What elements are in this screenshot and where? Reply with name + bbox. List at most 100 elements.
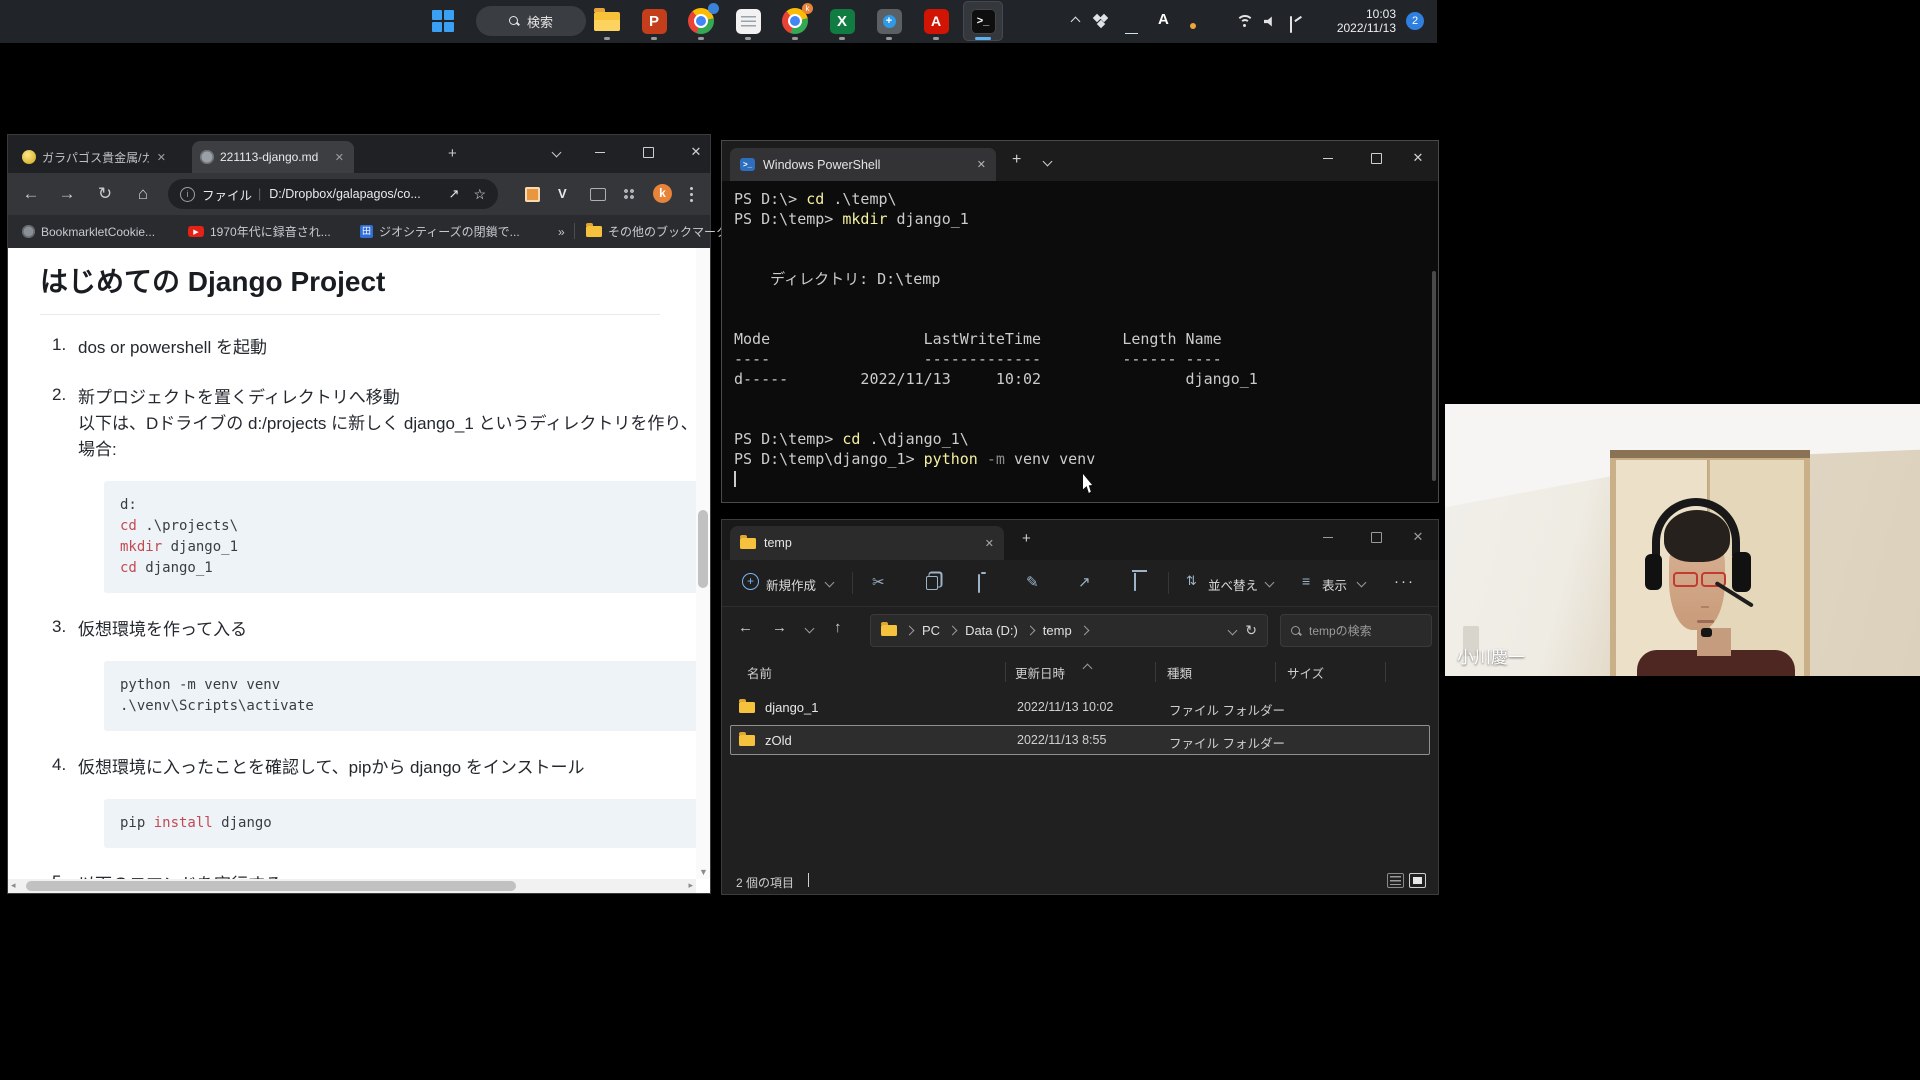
scroll-left-arrow-icon[interactable]: ◂ (11, 880, 16, 891)
maximize-button[interactable] (628, 135, 668, 169)
breadcrumb[interactable]: PC Data (D:) temp ↻ (870, 614, 1268, 647)
file-row[interactable]: django_12022/11/13 10:02ファイル フォルダー (730, 692, 1430, 722)
bookmark-star-icon[interactable]: ☆ (473, 186, 486, 203)
new-explorer-tab-button[interactable]: + (1022, 530, 1031, 547)
close-button[interactable]: ✕ (676, 135, 716, 169)
minimize-button[interactable] (1308, 520, 1348, 554)
address-chevron-icon[interactable] (1228, 626, 1238, 636)
tab-search-chevron-icon[interactable] (552, 148, 562, 158)
explorer-tab[interactable]: temp ✕ (730, 526, 1004, 560)
new-item-icon[interactable]: + (742, 573, 759, 590)
start-button[interactable] (432, 10, 454, 32)
back-icon[interactable]: ← (16, 173, 46, 215)
bookmark-item[interactable]: 田ジオシティーズの閉鎖で... (360, 215, 520, 248)
tab-close-icon[interactable]: ✕ (155, 151, 168, 164)
large-icons-view-icon[interactable] (1409, 873, 1426, 888)
tab-close-icon[interactable]: ✕ (333, 151, 346, 164)
code-block[interactable]: pip install django (104, 799, 710, 848)
terminal-dropdown-icon[interactable] (1043, 157, 1053, 167)
delete-icon[interactable] (1134, 573, 1136, 591)
terminal-output[interactable]: PS D:\> cd .\temp\PS D:\temp> mkdir djan… (722, 181, 1438, 502)
reload-icon[interactable]: ↻ (90, 173, 120, 215)
extension-qr-icon[interactable] (525, 187, 540, 202)
taskbar-app-powerpoint[interactable]: P (634, 1, 674, 41)
bookmarks-overflow-icon[interactable]: » (558, 215, 565, 248)
view-icon[interactable]: ≡ (1302, 573, 1310, 589)
up-icon[interactable]: ↑ (834, 619, 842, 636)
refresh-icon[interactable]: ↻ (1245, 622, 1257, 639)
copy-icon[interactable] (926, 576, 938, 590)
view-chevron-icon[interactable] (1357, 578, 1367, 588)
home-icon[interactable]: ⌂ (128, 173, 158, 215)
vertical-scrollbar-thumb[interactable] (698, 510, 708, 588)
close-button[interactable]: ✕ (1398, 520, 1438, 554)
taskbar-app-explorer[interactable] (587, 1, 627, 41)
breadcrumb-segment[interactable]: PC (922, 623, 940, 638)
bookmark-item[interactable]: BookmarkletCookie... (22, 215, 155, 248)
new-item-chevron-icon[interactable] (825, 578, 835, 588)
profile-avatar[interactable]: k (653, 184, 672, 203)
extension-grid-icon[interactable] (623, 188, 635, 200)
horizontal-scrollbar-thumb[interactable] (26, 881, 516, 891)
tab-close-icon[interactable]: ✕ (985, 537, 994, 550)
speaker-icon[interactable] (1264, 16, 1277, 27)
browser-tab[interactable]: ガラパゴス貴金属/ガラパゴス:✕ (14, 141, 176, 173)
close-button[interactable]: ✕ (1398, 141, 1438, 175)
view-label[interactable]: 表示 (1322, 575, 1347, 594)
browser-menu-icon[interactable] (690, 193, 693, 196)
address-bar[interactable]: i ファイル | D:/Dropbox/galapagos/co... ↗ ☆ (168, 179, 498, 209)
pen-battery-icon[interactable] (1290, 16, 1292, 33)
scroll-right-arrow-icon[interactable]: ▸ (688, 880, 693, 891)
taskbar-app-chrome-blue[interactable] (681, 1, 721, 41)
bookmark-item[interactable]: ▶1970年代に録音され... (188, 215, 331, 248)
scroll-down-arrow-icon[interactable]: ▼ (699, 867, 708, 877)
taskbar-search[interactable]: 検索 (476, 6, 586, 36)
taskbar-app-snip[interactable]: + (869, 1, 909, 41)
explorer-search[interactable]: tempの検索 (1280, 614, 1432, 647)
sort-chevron-icon[interactable] (1265, 578, 1275, 588)
breadcrumb-segment[interactable]: temp (1043, 623, 1072, 638)
new-tab-button[interactable]: + (448, 145, 457, 162)
breadcrumb-segment[interactable]: Data (D:) (965, 623, 1018, 638)
more-options-icon[interactable]: ··· (1394, 573, 1415, 590)
notification-badge[interactable]: 2 (1406, 12, 1424, 30)
other-bookmarks-folder[interactable]: その他のブックマーク (586, 215, 728, 248)
new-item-label[interactable]: 新規作成 (766, 575, 816, 594)
share-icon[interactable]: ↗ (1078, 573, 1091, 591)
share-icon[interactable]: ↗ (449, 186, 460, 202)
details-view-icon[interactable] (1387, 873, 1404, 888)
maximize-button[interactable] (1356, 141, 1396, 175)
paste-icon[interactable] (978, 574, 980, 593)
new-terminal-tab-button[interactable]: + (1012, 151, 1021, 169)
column-header[interactable]: 名前 (747, 663, 772, 682)
hidden-icons-chevron-icon[interactable] (1071, 17, 1081, 27)
taskbar-app-notepad[interactable] (728, 1, 768, 41)
sort-label[interactable]: 並べ替え (1208, 575, 1258, 594)
column-header[interactable]: サイズ (1287, 663, 1324, 682)
forward-icon[interactable]: → (52, 173, 82, 215)
terminal-tab[interactable]: >_ Windows PowerShell ✕ (730, 148, 996, 181)
taskbar-clock[interactable]: 10:03 2022/11/13 (1334, 7, 1396, 35)
browser-tab[interactable]: 221113-django.md✕ (192, 141, 354, 173)
terminal-scrollbar-thumb[interactable] (1432, 271, 1436, 481)
maximize-button[interactable] (1356, 520, 1396, 554)
file-row[interactable]: zOld2022/11/13 8:55ファイル フォルダー (730, 725, 1430, 755)
extension-panel-icon[interactable] (590, 188, 606, 201)
minimize-button[interactable] (1308, 141, 1348, 175)
column-header[interactable]: 種類 (1167, 663, 1192, 682)
forward-icon[interactable]: → (772, 619, 787, 636)
column-header[interactable]: 更新日時 (1015, 663, 1065, 682)
horizontal-scrollbar[interactable]: ◂ ▸ (8, 879, 696, 893)
vertical-scrollbar[interactable]: ▼ (696, 248, 710, 879)
minimize-button[interactable] (580, 135, 620, 169)
code-block[interactable]: python -m venv venv.\venv\Scripts\activa… (104, 661, 710, 731)
taskbar-app-acrobat[interactable]: A (916, 1, 956, 41)
extension-v-icon[interactable]: V (558, 186, 567, 201)
rename-icon[interactable]: ✎ (1026, 573, 1039, 591)
taskbar-app-terminal[interactable]: >_ (963, 1, 1003, 41)
back-icon[interactable]: ← (738, 619, 753, 636)
cut-icon[interactable]: ✂ (872, 573, 885, 591)
sort-icon[interactable]: ⇅ (1186, 573, 1197, 589)
tab-close-icon[interactable]: ✕ (977, 158, 986, 171)
page-info-icon[interactable]: i (180, 187, 195, 202)
